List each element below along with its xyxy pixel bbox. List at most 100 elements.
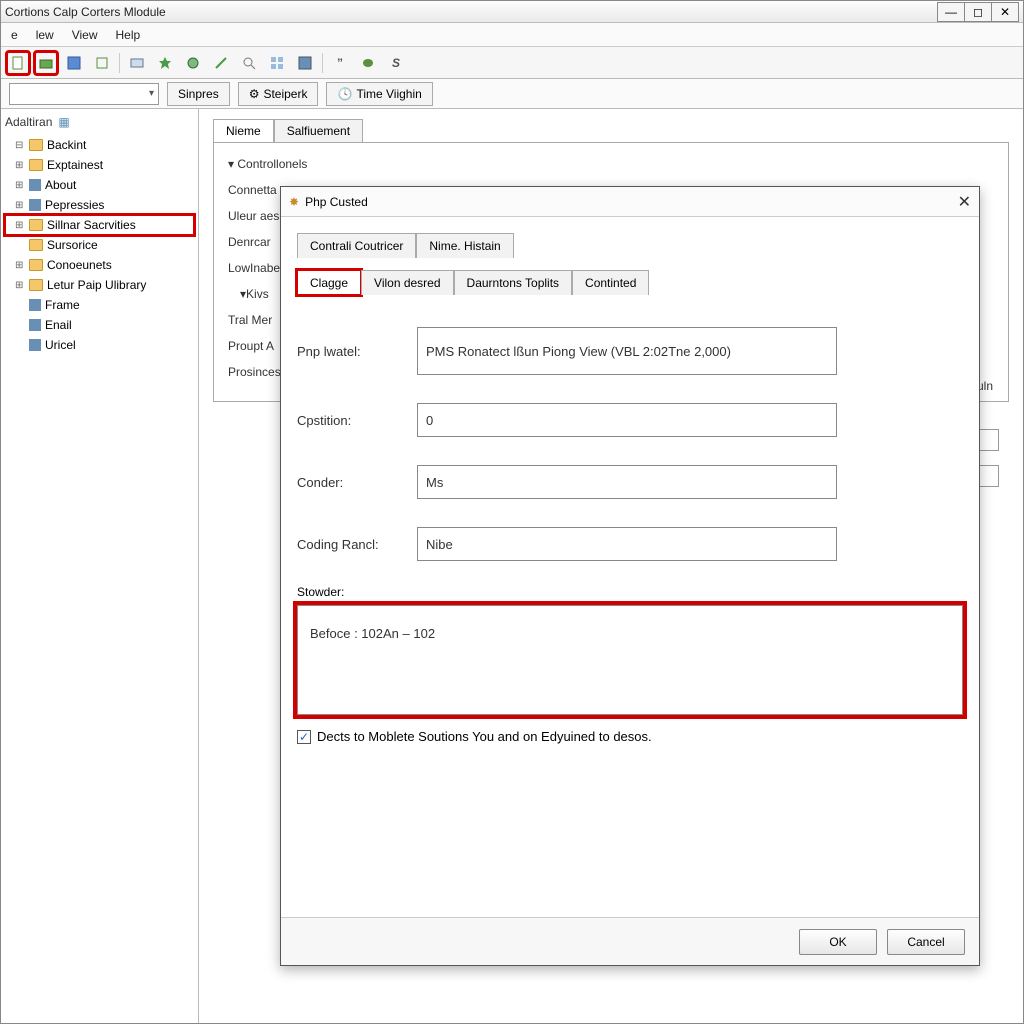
dialog-close-icon[interactable]: ✕ — [958, 192, 971, 212]
tree-item-sursorice[interactable]: Sursorice — [5, 235, 194, 255]
expander-icon[interactable]: ⊟ — [15, 140, 25, 151]
subtab-time[interactable]: 🕓Time Viighin — [326, 82, 432, 106]
tree-item-about[interactable]: ⊞ About — [5, 175, 194, 195]
toolbar-save-icon[interactable] — [63, 52, 85, 74]
toolbar-gear-icon[interactable] — [182, 52, 204, 74]
tree-item-backint[interactable]: ⊟Backint — [5, 135, 194, 155]
label-coding: Coding Rancl: — [297, 537, 417, 552]
expander-icon[interactable]: ⊞ — [15, 220, 25, 231]
tab-nieme[interactable]: Nieme — [213, 119, 274, 142]
input-cpstition[interactable]: 0 — [417, 403, 837, 437]
node-icon — [29, 339, 41, 351]
toolbar-cut-icon[interactable] — [91, 52, 113, 74]
close-button[interactable]: ✕ — [991, 2, 1019, 22]
menu-help[interactable]: Help — [116, 28, 141, 42]
field-stowder: Stowder: Befoce : 102An – 102 — [297, 585, 963, 715]
toolbar-grid-icon[interactable] — [266, 52, 288, 74]
dialog-tabs-lower: Clagge Vilon desred Daurntons Toplits Co… — [297, 270, 963, 295]
cancel-button[interactable]: Cancel — [887, 929, 965, 955]
selector-combo[interactable] — [9, 83, 159, 105]
gear-icon: ⚙ — [249, 87, 260, 101]
sidebar-header-icon[interactable]: ▦ — [58, 115, 69, 129]
tab-daurntons[interactable]: Daurntons Toplits — [454, 270, 573, 295]
menu-e[interactable]: e — [11, 28, 18, 42]
textarea-stowder[interactable]: Befoce : 102An – 102 — [297, 605, 963, 715]
input-pnp-value: PMS Ronatect lßun Piong View (VBL 2:02Tn… — [426, 344, 731, 359]
expander-icon[interactable]: ⊞ — [15, 280, 25, 291]
tree-item-enail[interactable]: Enail — [5, 315, 194, 335]
checkbox-row: ✓ Dects to Moblete Soutions You and on E… — [297, 729, 963, 744]
label-conder: Conder: — [297, 475, 417, 490]
label-stowder: Stowder: — [297, 585, 963, 599]
minimize-button[interactable]: — — [937, 2, 965, 22]
field-conder: Conder: Ms — [297, 465, 963, 499]
tree-item-uricel[interactable]: Uricel — [5, 335, 194, 355]
dialog-buttons: OK Cancel — [281, 917, 979, 965]
dialog-tabs-upper: Contrali Coutricer Nime. Histain — [297, 233, 963, 258]
ok-button-label: OK — [829, 935, 846, 949]
input-coding[interactable]: Nibe — [417, 527, 837, 561]
tab-salfiuement[interactable]: Salfiuement — [274, 119, 363, 142]
main-tabs: Nieme Salfiuement — [213, 119, 1009, 142]
titlebar: Cortions Calp Corters Mlodule — ◻ ✕ — [1, 1, 1023, 23]
tree-item-conoeunets[interactable]: ⊞ Conoeunets — [5, 255, 194, 275]
tree-item-label: About — [45, 178, 76, 192]
field-pnp: Pnp lwatel: PMS Ronatect lßun Piong View… — [297, 327, 963, 375]
tab-vilon[interactable]: Vilon desred — [361, 270, 454, 295]
input-pnp[interactable]: PMS Ronatect lßun Piong View (VBL 2:02Tn… — [417, 327, 837, 375]
toolbar-copy-icon[interactable] — [126, 52, 148, 74]
tab-continted[interactable]: Continted — [572, 270, 649, 295]
toolbar-wand-icon[interactable] — [210, 52, 232, 74]
toolbar-doc-icon[interactable] — [7, 52, 29, 74]
tab-clagge[interactable]: Clagge — [297, 270, 361, 295]
tree-item-exptainest[interactable]: ⊞Exptainest — [5, 155, 194, 175]
checkbox-dects[interactable]: ✓ — [297, 730, 311, 744]
tab-vilon-label: Vilon desred — [374, 276, 441, 290]
sparkle-icon: ✸ — [289, 195, 299, 209]
toolbar-quote-icon[interactable]: ” — [329, 52, 351, 74]
menu-lew[interactable]: lew — [36, 28, 54, 42]
toolbar-find-icon[interactable] — [238, 52, 260, 74]
menu-view[interactable]: View — [72, 28, 98, 42]
tree-item-label: Conoeunets — [47, 258, 112, 272]
tree-item-label: Sillnar Sacrvities — [47, 218, 136, 232]
label-cpstition: Cpstition: — [297, 413, 417, 428]
subtab-sinpres[interactable]: Sinpres — [167, 82, 230, 106]
toolbar-disk-icon[interactable] — [294, 52, 316, 74]
input-cpstition-value: 0 — [426, 413, 433, 428]
tab-continted-label: Continted — [585, 276, 636, 290]
tab-contrali[interactable]: Contrali Coutricer — [297, 233, 416, 258]
expander-icon[interactable]: ⊞ — [15, 200, 25, 211]
tree-item-letur-paip-ulibrary[interactable]: ⊞Letur Paip Ulibrary — [5, 275, 194, 295]
clock-icon: 🕓 — [337, 87, 352, 101]
expander-icon[interactable]: ⊞ — [15, 260, 25, 271]
ok-button[interactable]: OK — [799, 929, 877, 955]
folder-icon — [29, 259, 43, 271]
tab-nime-histain[interactable]: Nime. Histain — [416, 233, 513, 258]
maximize-button[interactable]: ◻ — [964, 2, 992, 22]
folder-icon — [29, 139, 43, 151]
tree-item-pepressies[interactable]: ⊞Pepressies — [5, 195, 194, 215]
section-title-label: Controllonels — [237, 157, 307, 171]
toolbar-letters-icon[interactable]: S — [385, 52, 407, 74]
subtab-steiperk[interactable]: ⚙Steiperk — [238, 82, 319, 106]
folder-icon — [29, 279, 43, 291]
stowder-value: Befoce : 102An – 102 — [310, 626, 435, 641]
toolbar-sep — [119, 53, 120, 73]
expander-icon[interactable]: ⊞ — [15, 160, 25, 171]
menubar: e lew View Help — [1, 23, 1023, 47]
expander-icon[interactable]: ⊞ — [15, 180, 25, 191]
tree-item-label: Frame — [45, 298, 80, 312]
folder-icon — [29, 219, 43, 231]
node-icon — [29, 179, 41, 191]
input-conder[interactable]: Ms — [417, 465, 837, 499]
toolbar-star-icon[interactable] — [154, 52, 176, 74]
sidebar-header-label: Adaltiran — [5, 115, 52, 129]
toolbar-open-icon[interactable] — [35, 52, 57, 74]
tree: ⊟Backint⊞Exptainest⊞About⊞Pepressies⊞Sil… — [5, 135, 194, 355]
tree-item-frame[interactable]: Frame — [5, 295, 194, 315]
tree-item-sillnar-sacrvities[interactable]: ⊞ Sillnar Sacrvities — [5, 215, 194, 235]
toolbar-blob-icon[interactable] — [357, 52, 379, 74]
dialog: ✸ Php Custed ✕ Contrali Coutricer Nime. … — [280, 186, 980, 966]
field-cpstition: Cpstition: 0 — [297, 403, 963, 437]
